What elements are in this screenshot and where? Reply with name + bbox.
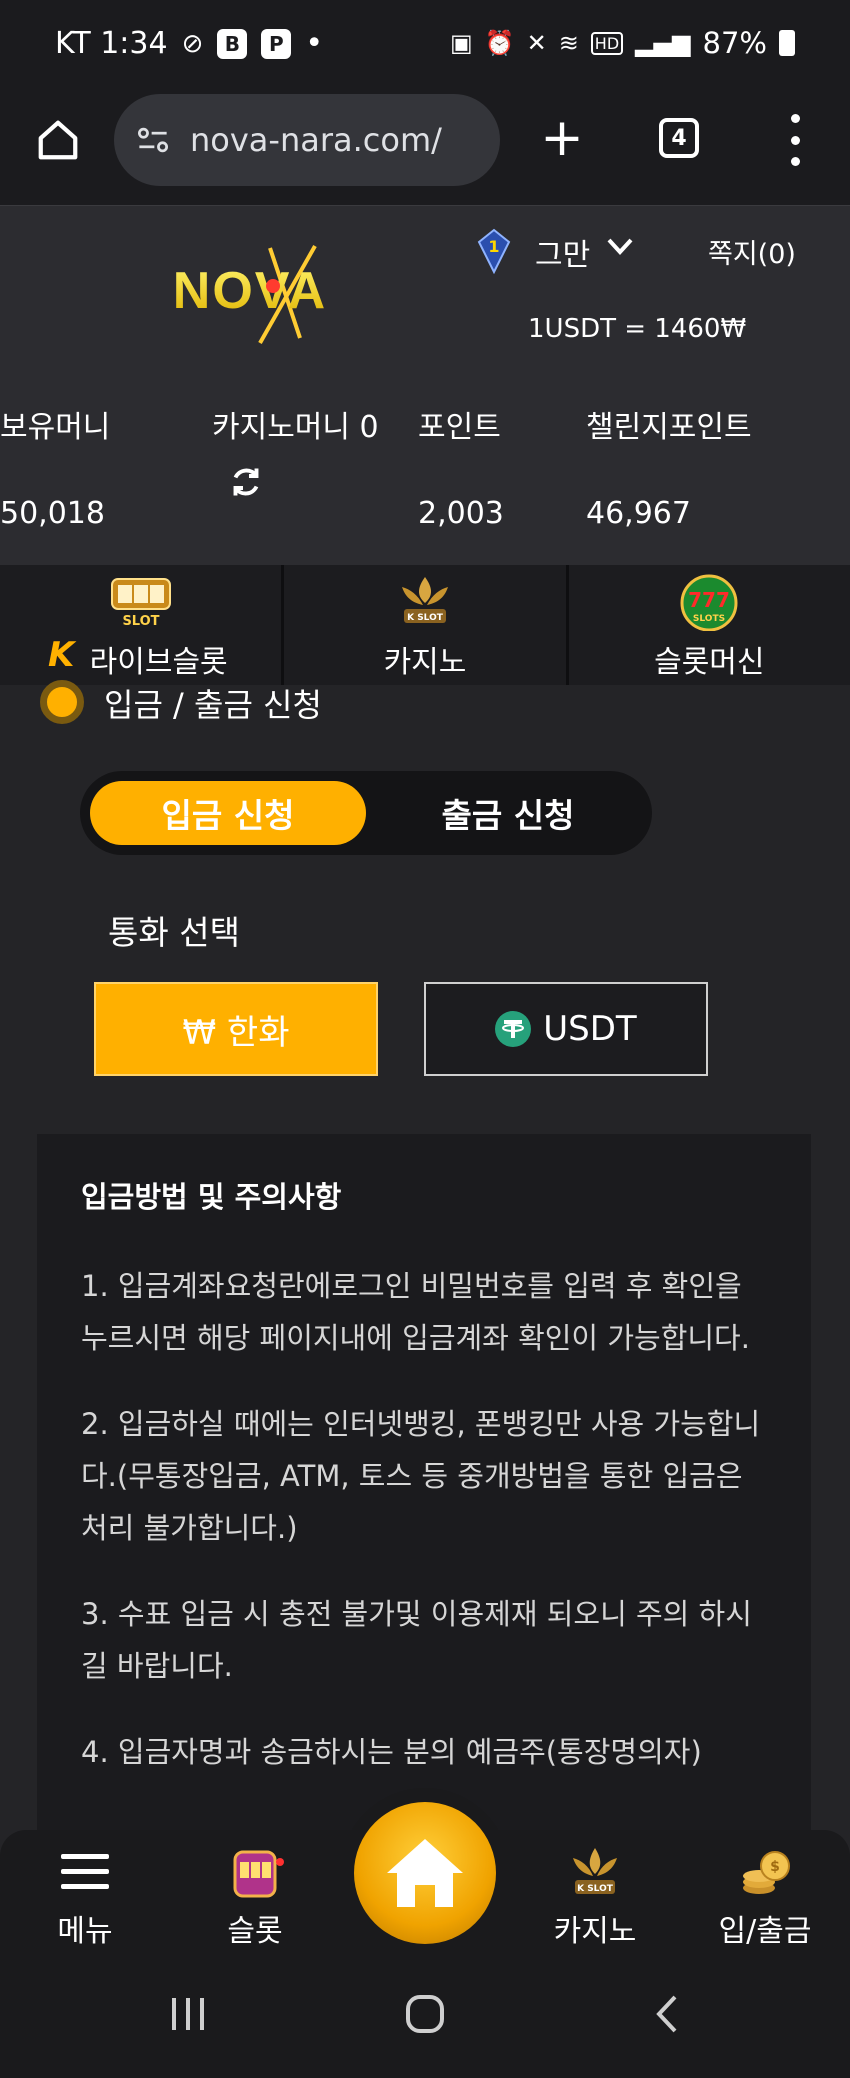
tab-deposit-request[interactable]: 입금 신청 xyxy=(90,781,366,845)
battery-icon xyxy=(779,30,795,56)
nova-logo[interactable]: NOVA xyxy=(150,238,350,348)
challenge-points-label: 챌린지포인트 xyxy=(586,410,752,445)
notice-item: 4. 입금자명과 송금하시는 분의 예금주(통장명의자) xyxy=(81,1735,702,1769)
casino-money-label: 카지노머니 0 xyxy=(212,410,379,445)
signal-icon: ▂▄▆ xyxy=(635,29,691,57)
battery-saver-icon: ▣ xyxy=(450,29,473,57)
nav-casino-label: 카지노 xyxy=(553,1914,637,1949)
level-badge-icon: 1 xyxy=(477,228,511,274)
address-bar[interactable]: nova-nara.com/ xyxy=(114,94,500,186)
nav-menu-label: 메뉴 xyxy=(57,1914,113,1949)
777-slots-icon: 777 SLOTS xyxy=(680,574,738,631)
nav-slot[interactable]: 슬롯 xyxy=(180,1830,330,1950)
b-app-icon: B xyxy=(217,28,248,59)
carrier-time: KT 1:34 xyxy=(55,26,168,61)
alarm-icon: ⏰ xyxy=(484,29,515,57)
svg-text:K SLOT: K SLOT xyxy=(407,613,444,623)
status-left: KT 1:34 ⊘ B P • xyxy=(55,26,323,61)
status-right: ▣ ⏰ ✕ ≋ HD ▂▄▆ 87% xyxy=(450,26,795,60)
more-menu-icon[interactable] xyxy=(780,114,810,166)
category-label: 카지노 xyxy=(383,645,467,680)
site-settings-icon[interactable] xyxy=(136,125,170,155)
category-slot-machine[interactable]: 777 SLOTS 슬롯머신 xyxy=(569,565,850,685)
svg-text:777: 777 xyxy=(688,588,730,612)
svg-text:SLOT: SLOT xyxy=(122,614,159,629)
notice-item: 2. 입금하실 때에는 인터넷뱅킹, 폰뱅킹만 사용 가능합니다.(무통장입금,… xyxy=(81,1407,761,1545)
back-icon[interactable] xyxy=(636,1984,696,2044)
site-header: NOVA 1 그만 쪽지(0) 1USDT = 1460₩ 보유머니 50,01… xyxy=(0,205,850,565)
notice-item: 1. 입금계좌요청란에로그인 비밀번호를 입력 후 확인을 누르시면 해당 페이… xyxy=(81,1269,750,1355)
live-slot-icon: SLOT xyxy=(110,578,171,629)
section-bullet-icon xyxy=(40,680,84,724)
category-live-slot[interactable]: SLOT K 라이브슬롯 xyxy=(0,565,285,685)
tab-withdraw-request[interactable]: 출금 신청 xyxy=(370,781,646,845)
category-strip: SLOT K 라이브슬롯 K SLOT 카지노 777 SLOTS 슬롯머신 xyxy=(0,565,850,685)
system-home-icon[interactable] xyxy=(395,1984,455,2044)
challenge-points-value: 46,967 xyxy=(586,496,691,531)
browser-toolbar: nova-nara.com/ + 4 xyxy=(0,90,850,205)
currency-usdt-button[interactable]: USDT xyxy=(424,982,708,1076)
wifi-icon: ≋ xyxy=(558,29,579,57)
points-value: 2,003 xyxy=(418,496,504,531)
exchange-rate: 1USDT = 1460₩ xyxy=(528,314,747,344)
system-nav-bar xyxy=(0,1950,850,2078)
category-casino[interactable]: K SLOT 카지노 xyxy=(284,565,569,685)
tether-icon xyxy=(495,1011,532,1047)
points-label: 포인트 xyxy=(418,410,501,445)
refresh-icon[interactable] xyxy=(228,464,264,500)
slot-machine-icon xyxy=(233,1850,284,1898)
k-slot-casino-icon: K SLOT xyxy=(401,577,448,623)
browser-home-icon[interactable] xyxy=(30,112,86,168)
chevron-down-icon[interactable] xyxy=(605,236,635,258)
home-icon xyxy=(387,1839,463,1907)
notice-item: 3. 수표 입금 시 충전 불가및 이용제재 되오니 주의 하시길 바랍니다. xyxy=(81,1597,752,1683)
svg-text:$: $ xyxy=(770,1859,780,1875)
currency-select-label: 통화 선택 xyxy=(108,913,240,952)
currency-krw-button[interactable]: ₩ 한화 xyxy=(94,982,378,1076)
section-title: 입금 / 출금 신청 xyxy=(104,686,322,724)
messages-link[interactable]: 쪽지(0) xyxy=(708,232,796,271)
coins-icon: $ xyxy=(743,1851,790,1894)
nav-slot-label: 슬롯 xyxy=(227,1914,283,1949)
deposit-notice-box: 입금방법 및 주의사항 1. 입금계좌요청란에로그인 비밀번호를 입력 후 확인… xyxy=(37,1134,811,1874)
category-label: 라이브슬롯 xyxy=(89,645,228,680)
currency-krw-label: ₩ 한화 xyxy=(182,1012,290,1053)
battery-percent: 87% xyxy=(702,26,767,60)
status-bar: KT 1:34 ⊘ B P • ▣ ⏰ ✕ ≋ HD ▂▄▆ 87% xyxy=(0,0,850,90)
new-tab-icon[interactable]: + xyxy=(536,110,588,166)
notice-title: 입금방법 및 주의사항 xyxy=(81,1180,342,1214)
home-button[interactable] xyxy=(354,1802,496,1944)
currency-usdt-label: USDT xyxy=(543,1009,637,1049)
user-name[interactable]: 그만 xyxy=(535,230,590,274)
nav-menu[interactable]: 메뉴 xyxy=(10,1830,160,1950)
link-icon: ⊘ xyxy=(181,28,204,59)
category-label: 슬롯머신 xyxy=(654,645,765,680)
svg-text:NOVA: NOVA xyxy=(173,262,327,320)
nav-deposit-withdraw[interactable]: $ 입/출금 xyxy=(690,1830,840,1950)
svg-text:SLOTS: SLOTS xyxy=(693,614,725,624)
recent-apps-icon[interactable] xyxy=(158,1984,218,2044)
url-text: nova-nara.com/ xyxy=(190,121,442,159)
nav-casino[interactable]: K SLOT 카지노 xyxy=(520,1830,670,1950)
mute-icon: ✕ xyxy=(526,29,547,57)
k-slot-casino-icon: K SLOT xyxy=(573,1848,617,1894)
holding-money-value: 50,018 xyxy=(0,496,105,531)
hd-icon: HD xyxy=(590,31,624,55)
menu-icon xyxy=(61,1854,109,1889)
p-app-icon: P xyxy=(261,28,292,59)
nav-deposit-withdraw-label: 입/출금 xyxy=(718,1914,812,1949)
holding-money-label: 보유머니 xyxy=(0,410,111,445)
tab-switcher-button[interactable]: 4 xyxy=(659,118,699,158)
notification-dot: • xyxy=(305,26,324,61)
svg-text:1: 1 xyxy=(488,237,499,256)
svg-text:K SLOT: K SLOT xyxy=(577,1884,614,1894)
